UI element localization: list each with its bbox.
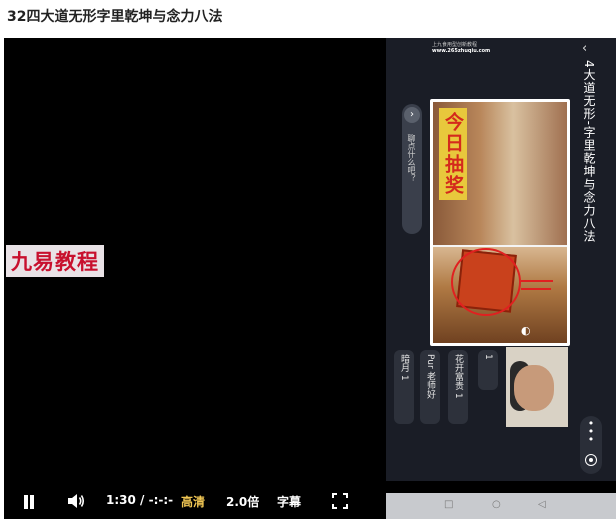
side-controls: • • • [580,416,602,474]
quality-button[interactable]: 高清 [181,493,205,510]
volume-icon[interactable] [66,492,86,510]
chevron-right-icon: › [404,107,420,123]
chat-message: 1 [478,350,498,390]
chat-message-text: 花开富贵 1 [453,354,463,399]
time-display: 1:30 / -:-:- [106,493,173,507]
red-arrow-annotation [521,280,553,282]
chat-message: Pur 老师好 [420,350,440,424]
chat-message-text: 暗月 1 [399,354,409,381]
lottery-banner: 今日抽奖 [439,108,467,200]
chat-message: 暗月 1 [394,350,414,424]
red-arrow-annotation-2 [521,288,551,290]
fullscreen-icon[interactable] [332,493,348,509]
site-url: www.265zhuqiu.com [432,48,491,54]
player-control-bar: 1:30 / -:-:- 高清 2.0倍 字幕 [4,483,386,519]
pause-button[interactable] [22,495,36,509]
more-icon: • • • [587,417,595,446]
circle-icon: ○ [492,499,501,510]
video-player[interactable]: 九易教程 上九食用型创新教程 www.265zhuqiu.com ‹ 4大道无形… [4,38,616,519]
speaker-icon: ◐ [521,324,531,337]
site-header: 上九食用型创新教程 www.265zhuqiu.com [432,42,490,54]
watermark-logo: 九易教程 [6,245,104,277]
time-separator: / [140,493,145,507]
subtitle-button[interactable]: 字幕 [277,493,301,510]
host-face [514,365,554,411]
square-icon: □ [444,499,454,510]
phone-recording: 上九食用型创新教程 www.265zhuqiu.com ‹ 4大道无形-字里乾坤… [386,38,616,481]
chat-prompt: 聊点什么吧？ [407,134,416,182]
host-camera [506,347,568,427]
current-time: 1:30 [106,493,136,507]
chat-message-text: 1 [483,354,493,360]
speed-button[interactable]: 2.0倍 [226,493,259,510]
chat-message: 花开富贵 1 [448,350,468,424]
page-title: 32四大道无形字里乾坤与念力八法 [7,9,223,25]
triangle-icon: ◁ [538,499,546,510]
phone-nav-bar: □ ○ ◁ [386,493,616,519]
chat-message-text: Pur 老师好 [425,354,435,399]
room-scene: 今日抽奖 ◐ [433,102,567,343]
chevron-left-icon: ‹ [582,41,588,56]
duration: -:-:- [148,493,174,507]
record-icon [585,454,597,466]
live-video-frame: 今日抽奖 ◐ [430,99,570,346]
chat-input-pill: › 聊点什么吧？ [402,104,422,234]
lesson-title: 4大道无形-字里乾坤与念力八法 [582,60,596,243]
red-circle-annotation [451,248,521,316]
